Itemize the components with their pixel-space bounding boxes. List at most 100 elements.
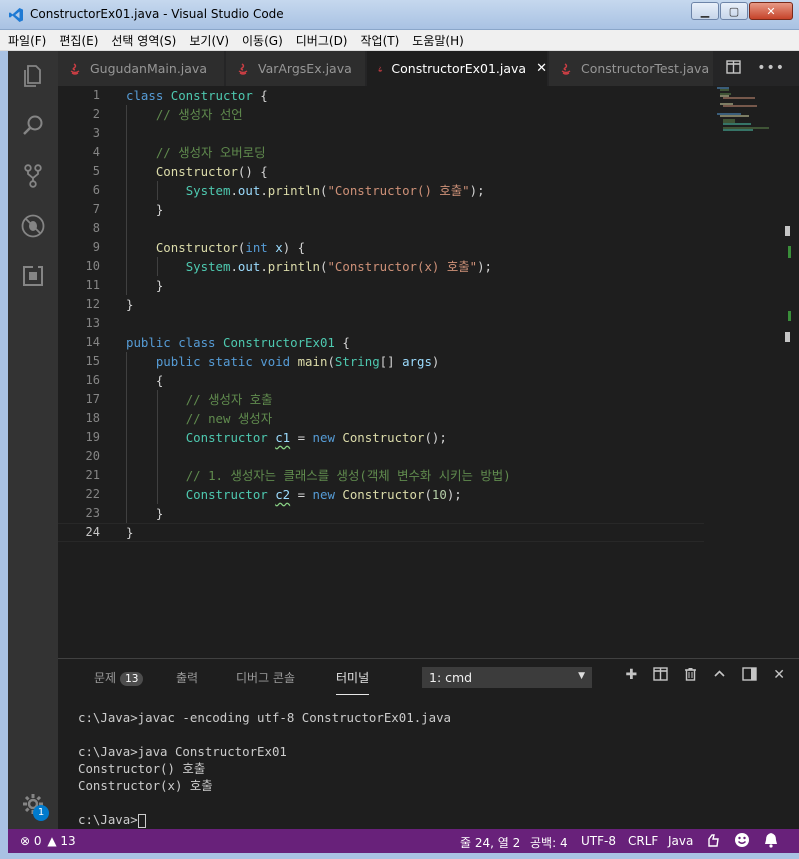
line-number: 15 [85,354,100,368]
split-editor-icon[interactable] [726,60,741,78]
new-terminal-icon[interactable]: ✚ [626,667,638,685]
code-token: // 생성자 호출 [185,392,273,407]
warning-icon: ▲ [47,834,57,848]
sync-icon[interactable] [706,832,720,851]
language-status[interactable]: Java [668,834,693,848]
code-token: Constructor [185,487,276,502]
code-line[interactable]: System.out.println("Constructor(x) 호출"); [126,257,492,276]
extensions-activity[interactable] [8,251,58,301]
source-control-icon [24,164,42,188]
code-token: } [126,506,164,521]
explorer-activity[interactable] [8,51,58,101]
terminal-output[interactable]: c:\Java>javac -encoding utf-8 Constructo… [78,709,451,828]
code-token: ) { [282,240,306,255]
notifications-bell-icon[interactable] [764,832,778,851]
debug-icon [21,214,45,238]
code-line[interactable]: // 생성자 호출 [126,390,273,409]
toggle-panel-position-icon[interactable] [742,667,757,685]
code-line[interactable]: Constructor(int x) { [126,238,305,257]
tab-problems[interactable]: 문제 13 [94,669,144,686]
search-activity[interactable] [8,101,58,151]
debug-activity[interactable] [8,201,58,251]
code-line[interactable]: } [126,276,163,295]
code-line[interactable]: Constructor c2 = new Constructor(10); [126,485,462,504]
line-number: 21 [85,468,100,482]
line-number: 3 [92,126,100,140]
tab-constructorex01[interactable]: ConstructorEx01.java ✕ [367,51,548,86]
line-number: 24 [85,525,100,539]
problems-status[interactable]: ⊗ 0 ▲ 13 [20,834,76,848]
cursor-position[interactable]: 줄 24, 열 2 [460,834,520,851]
menu-selection[interactable]: 선택 영역(S) [111,32,176,49]
files-icon [24,65,41,87]
minimap[interactable] [715,86,785,146]
code-token: System [185,183,231,198]
menu-debug[interactable]: 디버그(D) [296,32,348,49]
maximize-button[interactable]: ▢ [720,2,748,20]
tab-gugudanmain[interactable]: GugudanMain.java [58,51,225,86]
code-line[interactable]: // 생성자 오버로딩 [126,143,266,162]
minimize-button[interactable]: ▁ [691,2,719,20]
code-line[interactable]: { [126,371,163,390]
code-line[interactable]: Constructor() { [126,162,268,181]
code-line[interactable]: // new 생성자 [126,409,272,428]
bottom-panel: 문제 13 출력 디버그 콘솔 터미널 1: cmd ▼ ✚ ✕ c:\Java>… [58,658,799,829]
code-editor[interactable]: 1 2 3 4 5 6 7 8 9 10 11 12 13 14 15 16 17 18 19 20 21 22 23 24 … [58,86,799,658]
java-file-icon [238,62,248,75]
trash-icon[interactable] [684,667,697,685]
line-number: 13 [85,316,100,330]
chevron-up-icon[interactable] [713,667,726,685]
code-line[interactable]: Constructor c1 = new Constructor(); [126,428,447,447]
line-number: 5 [92,164,100,178]
code-token: public static void [155,354,298,369]
tab-output[interactable]: 출력 [176,669,198,686]
code-line[interactable]: } [126,504,163,523]
line-number: 9 [92,240,100,254]
code-token: // new 생성자 [185,411,273,426]
code-line[interactable]: } [126,200,163,219]
eol-status[interactable]: CRLF [628,834,658,848]
tab-debug-console[interactable]: 디버그 콘솔 [236,669,295,686]
tab-varargsex[interactable]: VarArgsEx.java [226,51,366,86]
code-token: { [126,373,164,388]
tab-constructortest[interactable]: ConstructorTest.java [549,51,714,86]
code-token: . [260,183,268,198]
code-token: = [290,430,313,445]
close-panel-icon[interactable]: ✕ [773,667,785,685]
code-line[interactable]: } [126,295,133,314]
code-line[interactable]: // 1. 생성자는 클래스를 생성(객체 변수화 시키는 방법) [126,466,511,485]
more-actions-icon[interactable]: ••• [757,60,785,78]
code-line[interactable]: System.out.println("Constructor() 호출"); [126,181,485,200]
source-control-activity[interactable] [8,151,58,201]
code-line[interactable]: public static void main(String[] args) [126,352,440,371]
menu-tasks[interactable]: 작업(T) [361,32,400,49]
menu-view[interactable]: 보기(V) [189,32,229,49]
menu-file[interactable]: 파일(F) [8,32,46,49]
terminal-select[interactable]: 1: cmd ▼ [422,667,592,688]
split-terminal-icon[interactable] [653,667,668,685]
menu-go[interactable]: 이동(G) [242,32,283,49]
code-line[interactable]: class Constructor { [126,86,268,105]
indentation-status[interactable]: 공백: 4 [530,834,568,851]
code-line[interactable]: public class ConstructorEx01 { [126,333,350,352]
code-line[interactable]: } [126,523,133,542]
close-tab-icon[interactable]: ✕ [536,61,547,76]
manage-activity[interactable]: 1 [8,787,58,827]
code-token: ); [477,259,493,274]
terminal-cursor [137,813,146,828]
menu-edit[interactable]: 편집(E) [59,32,98,49]
tab-label: GugudanMain.java [90,61,207,76]
close-window-button[interactable]: ✕ [749,2,793,20]
tab-terminal[interactable]: 터미널 [336,669,370,695]
menu-help[interactable]: 도움말(H) [412,32,464,49]
encoding-status[interactable]: UTF-8 [581,834,616,848]
code-line[interactable]: // 생성자 선언 [126,105,243,124]
feedback-smiley-icon[interactable] [734,832,750,851]
java-file-icon [561,62,571,75]
